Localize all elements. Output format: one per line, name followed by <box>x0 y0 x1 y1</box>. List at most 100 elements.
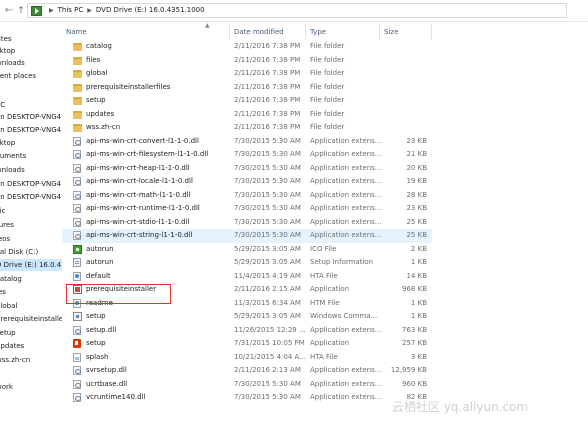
back-arrow-icon[interactable]: ← <box>3 4 15 18</box>
file-date-modified: 7/30/2015 5:30 AM <box>234 379 301 388</box>
file-size: 25 KB <box>406 231 427 239</box>
file-size: 1 KB <box>410 258 427 266</box>
file-row[interactable]: setup 2/11/2016 7:38 PM File folder <box>62 94 432 108</box>
sidebar-item[interactable]: tures <box>0 219 14 231</box>
file-name: ucrtbase.dll <box>86 379 128 388</box>
file-row[interactable]: api-ms-win-crt-stdio-l1-1-0.dll 7/30/2015… <box>62 216 432 230</box>
office-icon <box>73 339 81 348</box>
file-date-modified: 2/11/2016 7:38 PM <box>234 82 301 91</box>
file-date-modified: 7/30/2015 5:30 AM <box>234 177 301 185</box>
file-row[interactable]: api-ms-win-crt-heap-l1-1-0.dll 7/30/2015 … <box>62 162 432 176</box>
column-header-size[interactable]: Size <box>380 23 432 40</box>
file-size: 19 KB <box>406 177 427 185</box>
sidebar-item[interactable]: on DESKTOP-VNG4 <box>0 111 61 123</box>
file-row[interactable]: prerequisiteinstallerfiles 2/11/2016 7:38… <box>62 81 432 95</box>
sidebar-item[interactable]: on DESKTOP-VNG4 <box>0 191 61 203</box>
file-name: api-ms-win-crt-string-l1-1-0.dll <box>86 231 193 239</box>
file-date-modified: 2/11/2016 7:38 PM <box>234 96 301 104</box>
sidebar-item[interactable]: catalog <box>0 273 22 285</box>
sidebar-item[interactable]: on DESKTOP-VNG4 <box>0 124 61 136</box>
file-row[interactable]: setup 5/29/2015 3:05 AM Windows Comma... 1 … <box>62 310 432 324</box>
sidebar-item[interactable]: sktop <box>0 137 15 149</box>
file-row[interactable]: autorun 5/29/2015 3:05 AM Setup Informatio… <box>62 256 432 270</box>
file-type: HTA File <box>310 352 338 361</box>
file-type: File folder <box>310 82 345 91</box>
column-header-name[interactable]: Name <box>62 23 230 40</box>
file-name: setup <box>86 339 106 347</box>
file-name: splash <box>86 352 109 361</box>
sidebar-item[interactable]: les <box>0 286 6 298</box>
file-type: HTA File <box>310 271 338 280</box>
folder-icon <box>73 43 82 51</box>
chevron-right-icon[interactable]: ▶ <box>87 7 92 14</box>
dll-icon <box>73 204 81 213</box>
file-row[interactable]: setup 7/31/2015 10:05 PM Application 257 KB <box>62 337 432 351</box>
file-row[interactable]: setup.dll 11/26/2015 12:29 ... Application… <box>62 324 432 338</box>
file-type: Application <box>310 285 350 293</box>
file-row[interactable]: api-ms-win-crt-locale-l1-1-0.dll 7/30/201… <box>62 175 432 189</box>
sidebar-item[interactable]: setup <box>0 327 16 339</box>
sidebar-item[interactable]: wss.zh-cn <box>0 354 30 366</box>
file-date-modified: 7/30/2015 5:30 AM <box>234 204 301 212</box>
breadcrumb-this-pc[interactable]: This PC <box>58 6 84 14</box>
file-type: Windows Comma... <box>310 312 378 320</box>
up-arrow-icon[interactable]: ↑ <box>15 4 27 18</box>
file-row[interactable]: api-ms-win-crt-string-l1-1-0.dll 7/30/201… <box>62 229 432 243</box>
file-date-modified: 7/30/2015 5:30 AM <box>234 163 301 172</box>
file-row[interactable]: updates 2/11/2016 7:38 PM File folder <box>62 108 432 122</box>
file-row[interactable]: vcruntime140.dll 7/30/2015 5:30 AM Applica… <box>62 391 432 405</box>
address-bar[interactable]: ▶ This PC ▶ DVD Drive (E:) 16.0.4351.1000 <box>27 3 567 18</box>
file-size: 257 KB <box>402 339 427 347</box>
file-size: 25 KB <box>406 217 427 226</box>
file-row[interactable]: splash 10/21/2015 4:04 A... HTA File 3 KB <box>62 351 432 365</box>
file-date-modified: 7/30/2015 5:30 AM <box>234 150 301 158</box>
sidebar-item[interactable]: work <box>0 381 13 393</box>
file-row[interactable]: global 2/11/2016 7:38 PM File folder <box>62 67 432 81</box>
file-type: Application extens... <box>310 217 382 226</box>
file-row[interactable]: ucrtbase.dll 7/30/2015 5:30 AM Application… <box>62 378 432 392</box>
file-date-modified: 11/4/2015 4:19 AM <box>234 271 301 280</box>
file-type: Application extens... <box>310 136 382 145</box>
chevron-right-icon[interactable]: ▶ <box>49 7 54 14</box>
file-row[interactable]: svrsetup.dll 2/11/2016 2:13 AM Application… <box>62 364 432 378</box>
folder-icon <box>73 124 82 132</box>
sidebar-item[interactable]: cal Disk (C:) <box>0 246 38 258</box>
column-header-type[interactable]: Type <box>306 23 380 40</box>
file-row[interactable]: wss.zh-cn 2/11/2016 7:38 PM File folder <box>62 121 432 135</box>
watermark: 云栖社区 yq.aliyun.com <box>392 400 529 414</box>
file-row[interactable]: files 2/11/2016 7:38 PM File folder <box>62 54 432 68</box>
file-date-modified: 7/31/2015 10:05 PM <box>234 339 305 347</box>
sidebar-item[interactable]: sic <box>0 205 5 217</box>
sidebar-item[interactable]: PC <box>0 99 5 111</box>
sidebar-item[interactable]: global <box>0 300 17 312</box>
file-date-modified: 7/30/2015 5:30 AM <box>234 217 301 226</box>
sidebar-item[interactable]: D Drive (E:) 16.0.4 <box>0 259 62 271</box>
file-row[interactable]: autorun 5/29/2015 3:05 AM ICO File 2 KB <box>62 243 432 257</box>
dll-icon <box>73 231 81 240</box>
file-row[interactable]: api-ms-win-crt-runtime-l1-1-0.dll 7/30/20… <box>62 202 432 216</box>
file-date-modified: 7/30/2015 5:30 AM <box>234 393 301 401</box>
file-name: api-ms-win-crt-filesystem-l1-1-0.dll <box>86 150 209 158</box>
file-row[interactable]: api-ms-win-crt-convert-l1-1-0.dll 7/30/20… <box>62 135 432 149</box>
highlight-annotation-box <box>66 284 171 304</box>
sidebar-item[interactable]: cent places <box>0 70 36 82</box>
file-row[interactable]: default 11/4/2015 4:19 AM HTA File 14 KB <box>62 270 432 284</box>
file-date-modified: 2/11/2016 7:38 PM <box>234 109 301 118</box>
sidebar-item[interactable]: cuments <box>0 150 26 162</box>
sidebar-item[interactable]: prerequisiteinstalle <box>0 313 62 325</box>
sidebar-item[interactable]: updates <box>0 340 24 352</box>
sidebar-item[interactable]: wnloads <box>0 164 25 176</box>
sidebar-item[interactable]: leos <box>0 233 10 245</box>
sidebar-item[interactable]: wnloads <box>0 57 25 69</box>
file-size: 23 KB <box>406 136 427 145</box>
breadcrumb-dvd-drive[interactable]: DVD Drive (E:) 16.0.4351.1000 <box>96 6 205 14</box>
file-row[interactable]: catalog 2/11/2016 7:38 PM File folder <box>62 40 432 54</box>
sidebar-item[interactable]: sktop <box>0 45 15 57</box>
file-date-modified: 5/29/2015 3:05 AM <box>234 312 301 320</box>
sidebar-item[interactable]: on DESKTOP-VNG4 <box>0 178 61 190</box>
file-row[interactable]: api-ms-win-crt-math-l1-1-0.dll 7/30/2015 … <box>62 189 432 203</box>
folder-icon <box>73 83 82 92</box>
file-row[interactable]: api-ms-win-crt-filesystem-l1-1-0.dll 7/30… <box>62 148 432 162</box>
sidebar-item[interactable]: rites <box>0 33 12 45</box>
column-header-date-modified[interactable]: Date modified <box>230 23 306 40</box>
